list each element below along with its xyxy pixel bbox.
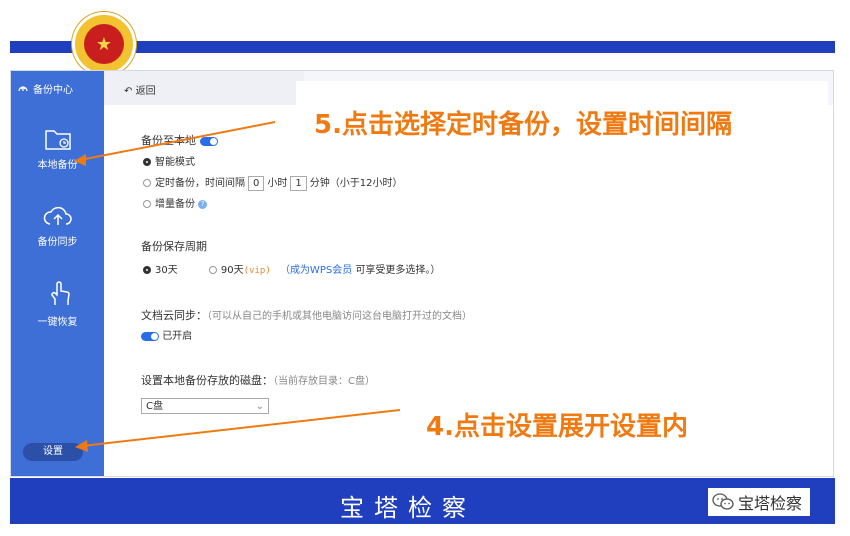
arrow-step5 [79, 121, 276, 161]
arrow-step4 [81, 409, 401, 447]
footer-title: 宝塔检察 [340, 494, 476, 522]
footer-bar: 宝塔检察 宝塔检察 [10, 478, 835, 524]
annotation-arrows [74, 121, 401, 452]
annotation-step5: 5.点击选择定时备份，设置时间间隔 [314, 110, 732, 140]
arrowhead-step5 [74, 154, 86, 166]
annotation-step4: 4.点击设置展开设置内 [426, 412, 688, 442]
arrowhead-step4 [75, 440, 88, 452]
wechat-badge: 宝塔检察 [708, 488, 811, 516]
wechat-label: 宝塔检察 [738, 494, 803, 513]
wechat-icon [712, 493, 734, 510]
